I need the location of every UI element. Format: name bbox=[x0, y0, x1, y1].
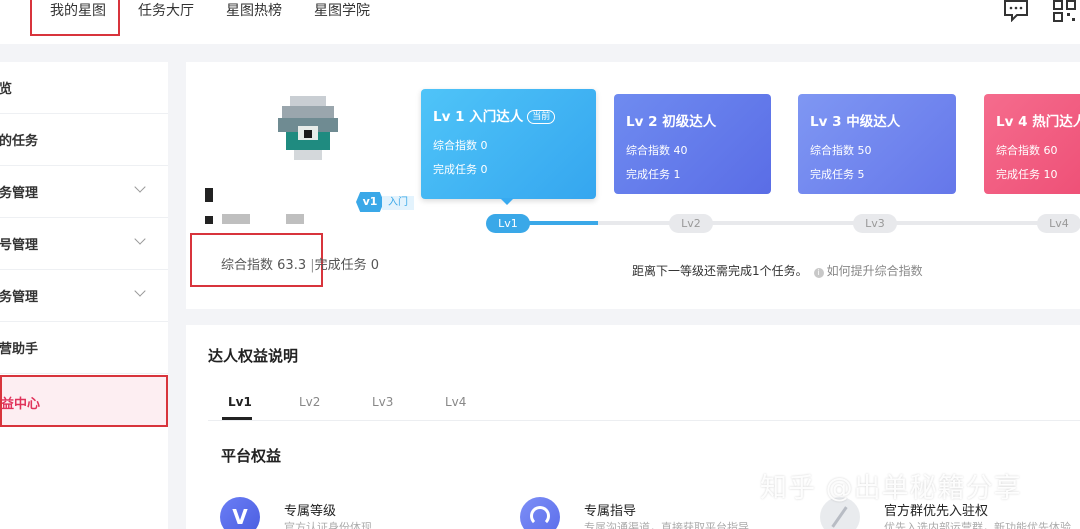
benefit-desc: 官方认证身份体现 bbox=[284, 521, 372, 529]
message-icon[interactable] bbox=[1003, 0, 1029, 22]
sidebar-item-business-management[interactable]: 务管理 bbox=[0, 270, 168, 322]
progress-step-lv1: Lv1 bbox=[486, 214, 530, 233]
nav-my-xingtu[interactable]: 我的星图 bbox=[50, 0, 106, 34]
level-card-tasks: 完成任务 0 bbox=[433, 163, 488, 176]
tab-lv1[interactable]: Lv1 bbox=[228, 395, 252, 409]
sidebar-item-label: 务管理 bbox=[0, 186, 39, 201]
username-redacted bbox=[286, 214, 304, 224]
tab-lv4[interactable]: Lv4 bbox=[445, 395, 466, 409]
sidebar-item-label: 的任务 bbox=[0, 134, 39, 149]
level-card-title: Lv 3 中级达人 bbox=[810, 114, 901, 130]
benefit-name: 专属指导 bbox=[584, 504, 637, 519]
tab-lv2[interactable]: Lv2 bbox=[299, 395, 320, 409]
sidebar-item-label: 览 bbox=[0, 82, 13, 97]
level-card-title: Lv 2 初级达人 bbox=[626, 114, 717, 130]
stats-tasks-label: 完成任务 bbox=[314, 258, 367, 273]
sidebar-item-task-management[interactable]: 务管理 bbox=[0, 166, 168, 218]
sidebar-item-label: 号管理 bbox=[0, 238, 39, 253]
sidebar-item-my-tasks[interactable]: 的任务 bbox=[0, 114, 168, 166]
level-card-lv3[interactable]: Lv 3 中级达人 综合指数 50 完成任务 5 bbox=[798, 94, 956, 194]
level-card-title: Lv 4 热门达人 bbox=[996, 114, 1080, 130]
headset-icon bbox=[520, 497, 560, 529]
rights-title: 达人权益说明 bbox=[208, 347, 299, 365]
stats-index-value: 63.3 bbox=[277, 258, 307, 273]
nav-academy[interactable]: 星图学院 bbox=[314, 0, 370, 34]
info-icon: i bbox=[813, 268, 824, 278]
progress-step-lv4: Lv4 bbox=[1037, 214, 1080, 233]
sidebar-item-rights-center[interactable]: 益中心 bbox=[0, 375, 168, 427]
card-pointer bbox=[500, 198, 514, 205]
benefit-name: 专属等级 bbox=[284, 504, 337, 519]
how-to-improve-link[interactable]: 如何提升综合指数 bbox=[827, 264, 923, 278]
top-nav: 我的星图 任务大厅 星图热榜 星图学院 bbox=[0, 0, 1080, 44]
stats-index-label: 综合指数 bbox=[221, 258, 274, 273]
benefit-desc: 优先入选内部运营群，新功能优先体验 bbox=[884, 521, 1071, 529]
level-card-index: 综合指数 40 bbox=[626, 144, 688, 157]
level-card-lv2[interactable]: Lv 2 初级达人 综合指数 40 完成任务 1 bbox=[614, 94, 771, 194]
stats-tasks-value: 0 bbox=[370, 258, 380, 273]
v-badge-icon: V bbox=[220, 497, 260, 529]
tab-lv3[interactable]: Lv3 bbox=[372, 395, 393, 409]
level-badge-icon: v1 bbox=[356, 192, 384, 212]
sidebar-item-label: 务管理 bbox=[0, 290, 39, 305]
sidebar: 览 的任务 务管理 号管理 务管理 营助手 益中心 bbox=[0, 62, 168, 529]
progress-step-lv3: Lv3 bbox=[853, 214, 897, 233]
platform-rights-title: 平台权益 bbox=[221, 447, 282, 465]
level-tag-text: 入门 bbox=[382, 196, 414, 210]
level-card-index: 综合指数 50 bbox=[810, 144, 872, 157]
level-card-index: 综合指数 60 bbox=[996, 144, 1058, 157]
level-card-index: 综合指数 0 bbox=[433, 139, 488, 152]
avatar bbox=[278, 96, 338, 160]
progress-step-lv2: Lv2 bbox=[669, 214, 713, 233]
level-card-lv4[interactable]: Lv 4 热门达人 综合指数 60 完成任务 10 bbox=[984, 94, 1080, 194]
nav-task-hall[interactable]: 任务大厅 bbox=[138, 0, 194, 34]
level-card-tasks: 完成任务 1 bbox=[626, 168, 681, 181]
level-card-lv1[interactable]: Lv 1 入门达人 当前 综合指数 0 完成任务 0 bbox=[421, 89, 596, 199]
chevron-down-icon bbox=[134, 233, 146, 245]
profile-stats: 综合指数 63.3 |完成任务 0 bbox=[221, 254, 379, 273]
level-card-title: Lv 1 入门达人 当前 bbox=[433, 105, 596, 125]
benefit-desc: 专属沟通渠道，直接获取平台指导 bbox=[584, 521, 749, 529]
nav-hot-list[interactable]: 星图热榜 bbox=[226, 0, 282, 34]
username-redacted bbox=[205, 188, 213, 202]
sidebar-item-label: 营助手 bbox=[0, 342, 39, 357]
level-card-tasks: 完成任务 10 bbox=[996, 168, 1058, 181]
current-badge: 当前 bbox=[527, 110, 556, 124]
chevron-down-icon bbox=[134, 285, 146, 297]
next-level-hint: 距离下一等级还需完成1个任务。 i 如何提升综合指数 bbox=[632, 262, 923, 279]
level-card-tasks: 完成任务 5 bbox=[810, 168, 865, 181]
sidebar-item-account-management[interactable]: 号管理 bbox=[0, 218, 168, 270]
sidebar-item-label: 益中心 bbox=[1, 397, 41, 412]
username-redacted bbox=[205, 216, 213, 224]
tabs-divider bbox=[208, 420, 1080, 421]
watermark: 知乎 @出单秘籍分享 bbox=[760, 473, 1022, 504]
sidebar-item-operation-assistant[interactable]: 营助手 bbox=[0, 322, 168, 374]
next-level-text: 距离下一等级还需完成1个任务。 bbox=[632, 264, 808, 278]
chevron-down-icon bbox=[134, 181, 146, 193]
sidebar-item-overview[interactable]: 览 bbox=[0, 62, 168, 114]
qrcode-icon[interactable] bbox=[1052, 0, 1078, 22]
username-redacted bbox=[222, 214, 250, 224]
